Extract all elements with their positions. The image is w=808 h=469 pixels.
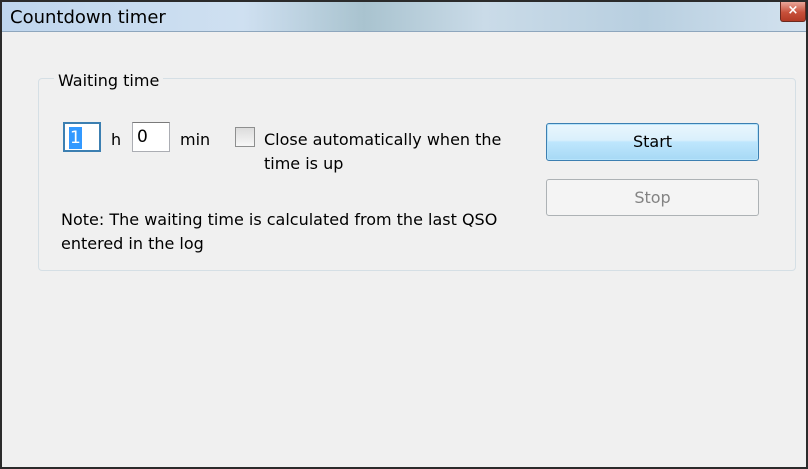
start-button[interactable]: Start [546,123,759,161]
title-bar[interactable]: Countdown timer × [2,2,806,32]
stop-button[interactable]: Stop [546,179,759,216]
auto-close-checkbox[interactable] [235,127,255,147]
waiting-time-legend: Waiting time [54,71,164,90]
countdown-timer-window: Countdown timer × Waiting time 1 h 0 min… [0,0,808,469]
minutes-unit-label: min [180,130,211,149]
minutes-input[interactable]: 0 [132,122,170,152]
close-button[interactable]: × [780,2,806,22]
hours-unit-label: h [111,130,122,149]
waiting-time-note: Note: The waiting time is calculated fro… [61,210,498,253]
window-title: Countdown timer [10,7,166,28]
auto-close-label[interactable]: Close automatically when the time is up [264,128,534,176]
hours-input[interactable]: 1 [63,122,101,152]
hours-value: 1 [69,127,82,149]
close-icon: × [787,3,799,18]
